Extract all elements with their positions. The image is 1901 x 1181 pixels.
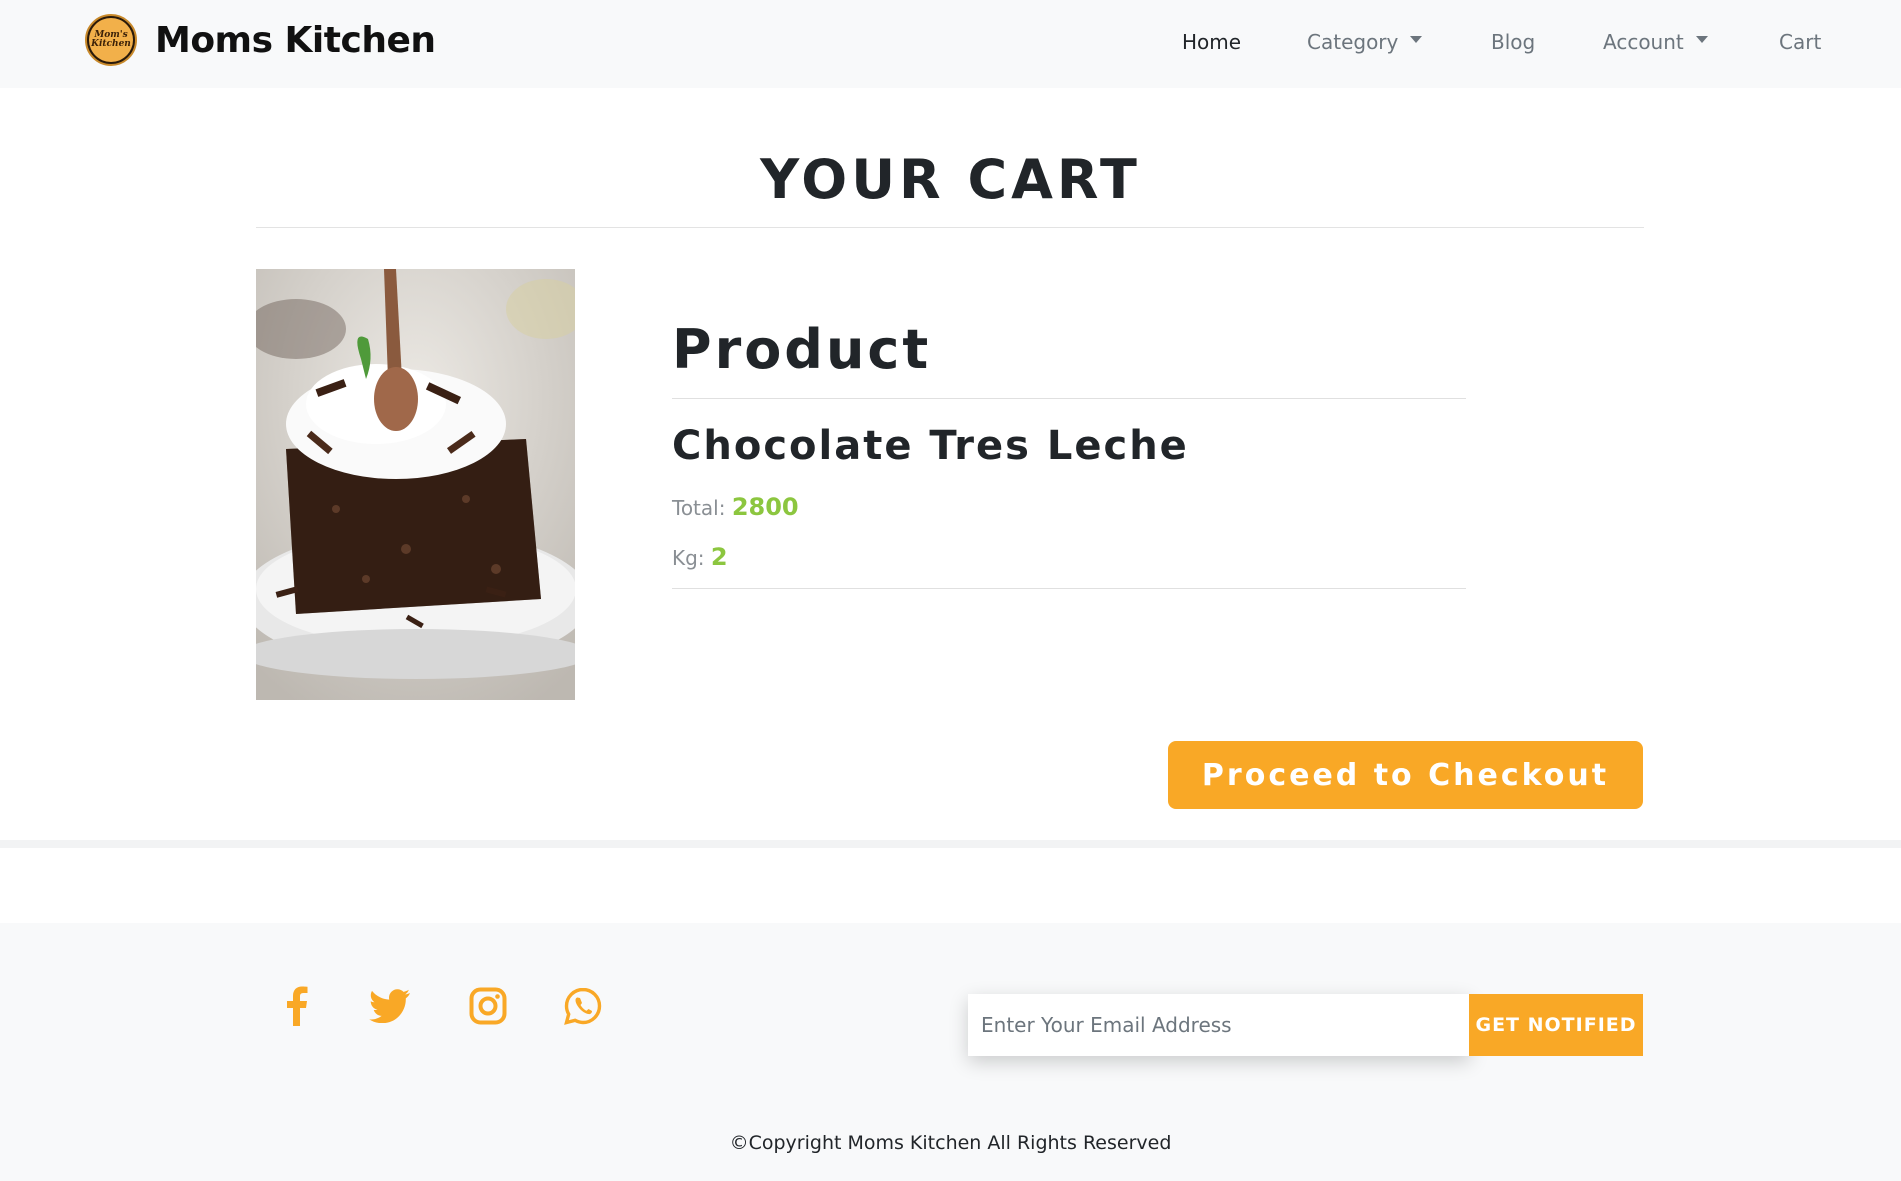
main-nav: Home Category Blog Account Cart	[0, 0, 1901, 88]
facebook-icon[interactable]	[275, 984, 319, 1028]
navbar: Mom's Kitchen Moms Kitchen Home Category…	[0, 0, 1901, 88]
twitter-icon[interactable]	[368, 984, 412, 1028]
kg-label: Kg:	[672, 546, 705, 570]
nav-category[interactable]: Category	[1307, 30, 1423, 54]
nav-cart[interactable]: Cart	[1779, 30, 1821, 54]
nav-category-label: Category	[1307, 30, 1399, 54]
copyright-text: ©Copyright Moms Kitchen All Rights Reser…	[729, 1132, 1172, 1154]
chevron-down-icon	[1695, 35, 1708, 43]
nav-account-label: Account	[1603, 30, 1684, 54]
email-field-wrapper	[968, 994, 1470, 1056]
total-value: 2800	[731, 493, 799, 521]
email-field[interactable]	[968, 994, 1470, 1056]
instagram-icon[interactable]	[466, 984, 510, 1028]
kg-row: Kg: 2	[672, 543, 728, 571]
kg-value: 2	[710, 543, 728, 571]
product-heading: Product	[672, 318, 932, 381]
total-label: Total:	[672, 496, 726, 520]
chevron-down-icon	[1410, 35, 1423, 43]
nav-blog[interactable]: Blog	[1491, 30, 1535, 54]
nav-account[interactable]: Account	[1603, 30, 1708, 54]
product-image	[256, 269, 575, 700]
total-row: Total: 2800	[672, 493, 799, 521]
nav-home[interactable]: Home	[1182, 30, 1241, 54]
get-notified-button[interactable]: GET NOTIFIED	[1469, 994, 1643, 1056]
divider	[672, 588, 1466, 589]
divider	[256, 227, 1644, 228]
section-divider	[0, 840, 1901, 848]
whatsapp-icon[interactable]	[561, 984, 605, 1028]
product-name: Chocolate Tres Leche	[672, 423, 1189, 469]
page-title: YOUR CART	[760, 148, 1141, 211]
checkout-button[interactable]: Proceed to Checkout	[1168, 741, 1643, 809]
divider	[672, 398, 1466, 399]
